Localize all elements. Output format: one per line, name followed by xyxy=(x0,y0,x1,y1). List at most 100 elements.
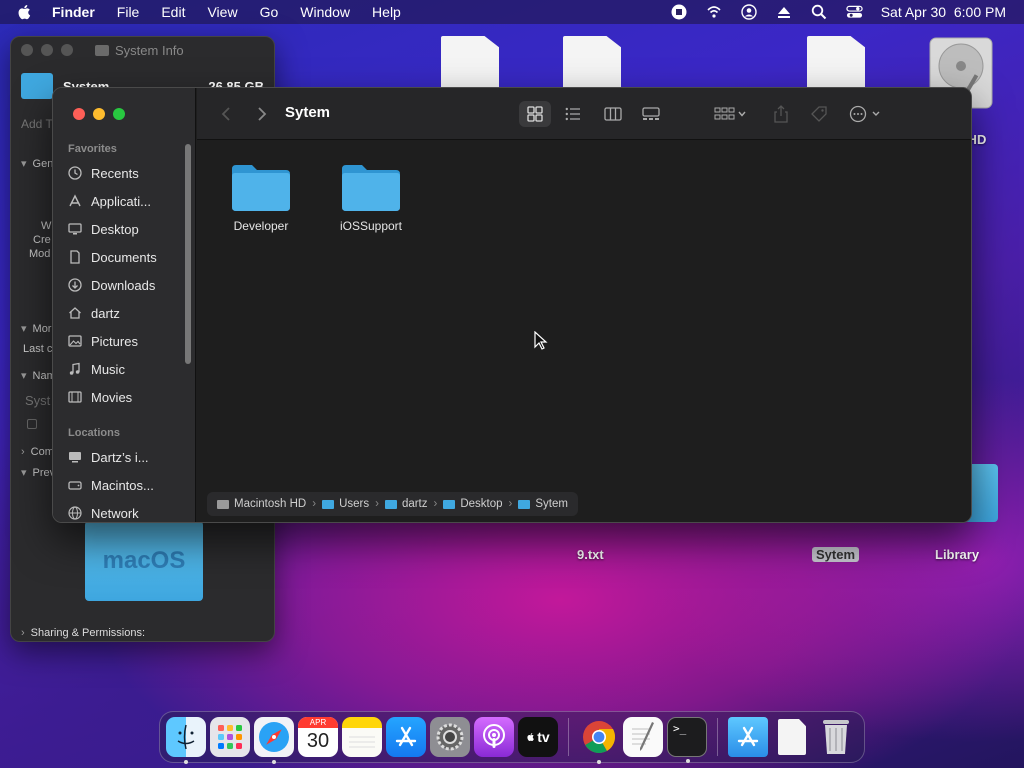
dock-app-store[interactable] xyxy=(386,717,426,757)
path-segment-users[interactable]: Users xyxy=(322,498,369,510)
dock-terminal[interactable]: >_ xyxy=(667,717,707,763)
sidebar-item-movies[interactable]: Movies xyxy=(67,385,187,409)
menu-clock[interactable]: Sat Apr 30 6:00 PM xyxy=(881,4,1006,20)
sidebar-item-downloads[interactable]: Downloads xyxy=(67,273,187,297)
path-segment-desktop[interactable]: Desktop xyxy=(443,498,503,510)
column-view-button[interactable] xyxy=(597,101,629,127)
running-indicator xyxy=(686,759,690,763)
gear-icon xyxy=(436,723,464,751)
dock-finder[interactable] xyxy=(166,717,206,764)
folder-icon xyxy=(322,499,335,509)
folder-developer[interactable]: Developer xyxy=(216,161,306,233)
menu-window[interactable]: Window xyxy=(300,4,350,20)
dock-trash[interactable] xyxy=(816,717,856,757)
back-button[interactable] xyxy=(217,104,235,124)
columns-icon xyxy=(604,107,622,121)
desktop-file-2[interactable] xyxy=(563,36,621,92)
zoom-button[interactable] xyxy=(113,108,125,120)
info-section-label: Com xyxy=(30,446,54,458)
action-menu-button[interactable] xyxy=(847,101,887,127)
dock-textedit[interactable] xyxy=(623,717,663,757)
dock-podcasts[interactable] xyxy=(474,717,514,757)
compass-icon xyxy=(259,722,289,752)
document-icon xyxy=(67,249,83,265)
group-by-button[interactable] xyxy=(709,101,753,127)
dock-chrome[interactable] xyxy=(579,717,619,764)
dock-calendar[interactable]: APR 30 xyxy=(298,717,338,757)
dock-apple-tv[interactable]: tv xyxy=(518,717,558,757)
info-section-preview[interactable]: ▾ Prev xyxy=(21,466,55,479)
sidebar-item-desktop[interactable]: Desktop xyxy=(67,217,187,241)
menu-view[interactable]: View xyxy=(207,4,237,20)
dock-system-preferences[interactable] xyxy=(430,717,470,757)
desktop-file-1[interactable] xyxy=(441,36,499,92)
menu-finder[interactable]: Finder xyxy=(52,4,95,20)
desktop-file-3[interactable] xyxy=(807,36,865,92)
user-icon[interactable] xyxy=(741,4,758,21)
desktop-9txt-label[interactable]: 9.txt xyxy=(577,547,604,562)
sidebar-item-documents[interactable]: Documents xyxy=(67,245,187,269)
close-button[interactable] xyxy=(21,44,33,56)
control-center-icon[interactable] xyxy=(846,4,863,21)
sidebar-item-macintosh-hd[interactable]: Macintos... xyxy=(67,473,187,497)
info-section-sharing[interactable]: › Sharing & Permissions: xyxy=(21,627,145,639)
hide-extension-checkbox[interactable] xyxy=(27,419,37,429)
sidebar-item-label: Macintos... xyxy=(91,477,154,493)
desktop-icon xyxy=(67,221,83,237)
info-section-name[interactable]: ▾ Nam xyxy=(21,369,56,382)
sidebar-item-pictures[interactable]: Pictures xyxy=(67,329,187,353)
finder-content[interactable]: Developer iOSSupport Macintosh HD › User… xyxy=(197,141,971,522)
textedit-icon xyxy=(632,722,654,751)
dock: APR 30 tv >_ xyxy=(159,711,865,764)
sidebar-item-recents[interactable]: Recents xyxy=(67,161,187,185)
dock-separator xyxy=(717,718,718,756)
path-label: Sytem xyxy=(535,498,568,510)
folder-iossupport[interactable]: iOSSupport xyxy=(326,161,416,233)
wifi-icon[interactable] xyxy=(706,4,723,21)
dock-app-store-downloads[interactable] xyxy=(728,717,768,757)
launchpad-grid-icon xyxy=(218,725,242,749)
music-icon xyxy=(67,361,83,377)
share-button[interactable] xyxy=(767,101,795,127)
icon-view-button[interactable] xyxy=(519,101,551,127)
finder-toolbar: Sytem xyxy=(197,88,971,140)
sidebar-item-home[interactable]: dartz xyxy=(67,301,187,325)
path-segment-dartz[interactable]: dartz xyxy=(384,498,428,510)
minimize-button[interactable] xyxy=(93,108,105,120)
sidebar-item-music[interactable]: Music xyxy=(67,357,187,381)
zoom-button[interactable] xyxy=(61,44,73,56)
info-name-field[interactable]: Syst xyxy=(25,393,50,408)
info-section-comments[interactable]: › Com xyxy=(21,446,54,458)
running-indicator xyxy=(597,760,601,764)
tags-button[interactable] xyxy=(805,101,833,127)
eject-icon[interactable] xyxy=(776,4,793,21)
dock-documents-stack[interactable] xyxy=(772,717,812,757)
list-view-button[interactable] xyxy=(557,101,589,127)
desktop-sytem-label[interactable]: Sytem xyxy=(812,547,860,562)
menu-file[interactable]: File xyxy=(117,4,140,20)
dock-launchpad[interactable] xyxy=(210,717,250,757)
apple-menu-icon[interactable] xyxy=(16,3,34,21)
sidebar-item-network[interactable]: Network xyxy=(67,501,187,522)
dock-notes[interactable] xyxy=(342,717,382,757)
dock-safari[interactable] xyxy=(254,717,294,764)
info-section-more[interactable]: ▾ Mor xyxy=(21,322,51,335)
info-section-general[interactable]: ▾ Gen xyxy=(21,157,53,170)
menu-go[interactable]: Go xyxy=(260,4,279,20)
record-stop-icon[interactable] xyxy=(671,4,688,21)
menu-edit[interactable]: Edit xyxy=(161,4,185,20)
sidebar-item-computer[interactable]: Dartz’s i... xyxy=(67,445,187,469)
path-segment-sytem[interactable]: Sytem xyxy=(518,498,568,510)
sidebar-item-applications[interactable]: Applicati... xyxy=(67,189,187,213)
sidebar-item-label: Network xyxy=(91,505,139,521)
spotlight-search-icon[interactable] xyxy=(811,4,828,21)
minimize-button[interactable] xyxy=(41,44,53,56)
text-file-icon xyxy=(441,36,499,92)
menu-help[interactable]: Help xyxy=(372,4,401,20)
close-button[interactable] xyxy=(73,108,85,120)
desktop-library-label[interactable]: Library xyxy=(935,547,979,562)
finder-window[interactable]: Favorites Recents Applicati... Desktop D… xyxy=(52,87,972,523)
gallery-view-button[interactable] xyxy=(635,101,667,127)
forward-button[interactable] xyxy=(253,104,271,124)
path-segment-macintosh-hd[interactable]: Macintosh HD xyxy=(217,498,306,510)
